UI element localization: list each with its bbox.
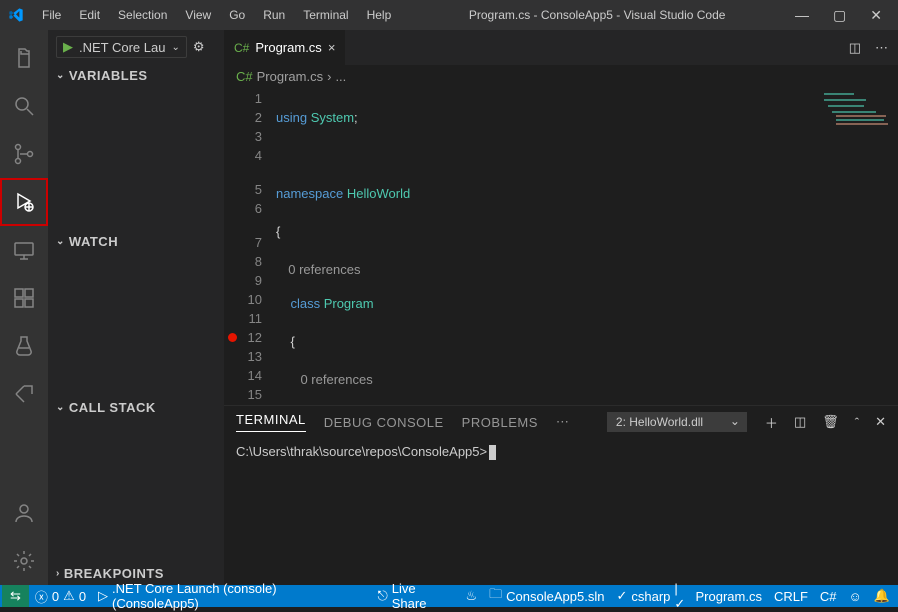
activity-remote[interactable] — [0, 226, 48, 274]
status-launch-config[interactable]: ▷.NET Core Launch (console) (ConsoleApp5… — [92, 585, 371, 607]
flame-icon: ♨ — [465, 588, 477, 604]
code-content[interactable]: using System; namespace HelloWorld { 0 r… — [276, 87, 818, 405]
status-problems[interactable]: ⓧ0⚠0 — [29, 585, 92, 607]
remote-icon: ⇆ — [10, 588, 21, 604]
breadcrumb-rest: ... — [335, 69, 346, 84]
editor-tabs: C# Program.cs × ◫ ⋯ — [224, 30, 898, 65]
status-remote[interactable]: ⇆ — [2, 585, 29, 607]
start-debug-icon: ▶ — [63, 39, 73, 55]
feedback-icon: ☺ — [849, 589, 862, 604]
menu-terminal[interactable]: Terminal — [295, 4, 356, 26]
status-bar: ⇆ ⓧ0⚠0 ▷.NET Core Launch (console) (Cons… — [0, 585, 898, 607]
panel-tab-bar: TERMINAL DEBUG CONSOLE PROBLEMS ⋯ 2: Hel… — [224, 406, 898, 438]
status-language[interactable]: C# — [814, 585, 843, 607]
activity-accounts[interactable] — [0, 489, 48, 537]
gear-icon[interactable]: ⚙ — [193, 39, 205, 55]
breadcrumb[interactable]: C# Program.cs › ... — [224, 65, 898, 87]
liveshare-icon: ⎋ — [377, 588, 387, 604]
panel-tab-more[interactable]: ⋯ — [556, 414, 570, 430]
window-maximize-button[interactable]: ▢ — [833, 7, 846, 24]
menu-file[interactable]: File — [34, 4, 69, 26]
debug-side-panel: ▶ .NET Core Lau ⌄ ⚙ ⌄Variables ⌄Watch ⌄C… — [48, 30, 224, 585]
warning-icon: ⚠ — [63, 588, 75, 604]
section-watch[interactable]: ⌄Watch — [48, 230, 224, 252]
status-omnisharp-flame[interactable]: ♨ — [459, 585, 483, 607]
bell-icon: 🔔 — [874, 588, 890, 604]
activity-bar — [0, 30, 48, 585]
title-bar: File Edit Selection View Go Run Terminal… — [0, 0, 898, 30]
split-terminal-button[interactable]: ◫ — [794, 414, 806, 430]
activity-explorer[interactable] — [0, 34, 48, 82]
more-actions-icon[interactable]: ⋯ — [875, 40, 888, 56]
panel-tab-terminal[interactable]: TERMINAL — [236, 412, 306, 432]
section-call-stack[interactable]: ⌄Call Stack — [48, 397, 224, 419]
split-editor-icon[interactable]: ◫ — [849, 40, 861, 56]
bottom-panel: TERMINAL DEBUG CONSOLE PROBLEMS ⋯ 2: Hel… — [224, 405, 898, 585]
activity-testing[interactable] — [0, 322, 48, 370]
maximize-panel-button[interactable]: ˆ — [855, 415, 859, 430]
launch-config-selector[interactable]: ▶ .NET Core Lau ⌄ — [56, 36, 187, 58]
status-omnisharp[interactable]: ✓ csharp | ✓ Program.cs — [610, 585, 768, 607]
kill-terminal-button[interactable]: 🗑 — [822, 414, 839, 430]
csharp-file-icon: C# — [234, 41, 249, 55]
status-live-share[interactable]: ⎋Live Share — [371, 585, 459, 607]
terminal-cursor — [489, 445, 496, 460]
breakpoint-icon[interactable] — [228, 333, 237, 342]
panel-tab-problems[interactable]: PROBLEMS — [462, 415, 538, 430]
minimap[interactable] — [818, 87, 898, 405]
window-title: Program.cs - ConsoleApp5 - Visual Studio… — [399, 8, 795, 22]
menu-help[interactable]: Help — [359, 4, 400, 26]
breadcrumb-file: Program.cs — [257, 69, 323, 84]
close-panel-button[interactable]: ✕ — [875, 414, 886, 430]
activity-liveshare[interactable] — [0, 370, 48, 418]
tab-label: Program.cs — [255, 40, 321, 55]
code-editor[interactable]: 1234 56 7891011 12 131415 using System; … — [224, 87, 898, 405]
folder-icon: 🗀 — [489, 585, 502, 607]
new-terminal-button[interactable]: ＋ — [765, 413, 778, 432]
terminal-body[interactable]: C:\Users\thrak\source\repos\ConsoleApp5> — [224, 438, 898, 585]
chevron-down-icon: ⌄ — [171, 42, 179, 53]
tab-program-cs[interactable]: C# Program.cs × — [224, 30, 346, 65]
menu-view[interactable]: View — [177, 4, 219, 26]
menu-edit[interactable]: Edit — [71, 4, 108, 26]
window-minimize-button[interactable]: — — [795, 7, 809, 23]
error-icon: ⓧ — [35, 587, 48, 606]
window-close-button[interactable]: ✕ — [870, 7, 882, 24]
menu-run[interactable]: Run — [255, 4, 293, 26]
activity-run-debug[interactable] — [0, 178, 48, 226]
section-variables[interactable]: ⌄Variables — [48, 64, 224, 86]
launch-config-label: .NET Core Lau — [79, 40, 165, 55]
tab-close-button[interactable]: × — [328, 40, 336, 55]
menu-selection[interactable]: Selection — [110, 4, 175, 26]
menu-go[interactable]: Go — [221, 4, 253, 26]
status-notifications[interactable]: 🔔 — [868, 585, 896, 607]
panel-tab-debug-console[interactable]: DEBUG CONSOLE — [324, 415, 444, 430]
terminal-selector[interactable]: 2: HelloWorld.dll — [607, 412, 747, 432]
activity-search[interactable] — [0, 82, 48, 130]
activity-settings[interactable] — [0, 537, 48, 585]
status-solution[interactable]: 🗀ConsoleApp5.sln — [483, 585, 610, 607]
editor-column: C# Program.cs × ◫ ⋯ C# Program.cs › ... … — [224, 30, 898, 585]
vscode-logo-icon — [8, 7, 24, 23]
line-gutter: 1234 56 7891011 12 131415 — [224, 87, 276, 405]
status-eol[interactable]: CRLF — [768, 585, 814, 607]
debug-icon: ▷ — [98, 588, 108, 604]
csharp-file-icon: C# — [236, 69, 253, 84]
activity-source-control[interactable] — [0, 130, 48, 178]
status-feedback[interactable]: ☺ — [843, 585, 868, 607]
menu-bar: File Edit Selection View Go Run Terminal… — [34, 4, 399, 26]
terminal-prompt: C:\Users\thrak\source\repos\ConsoleApp5> — [236, 444, 487, 459]
activity-extensions[interactable] — [0, 274, 48, 322]
debug-launch-bar: ▶ .NET Core Lau ⌄ ⚙ — [48, 30, 224, 64]
